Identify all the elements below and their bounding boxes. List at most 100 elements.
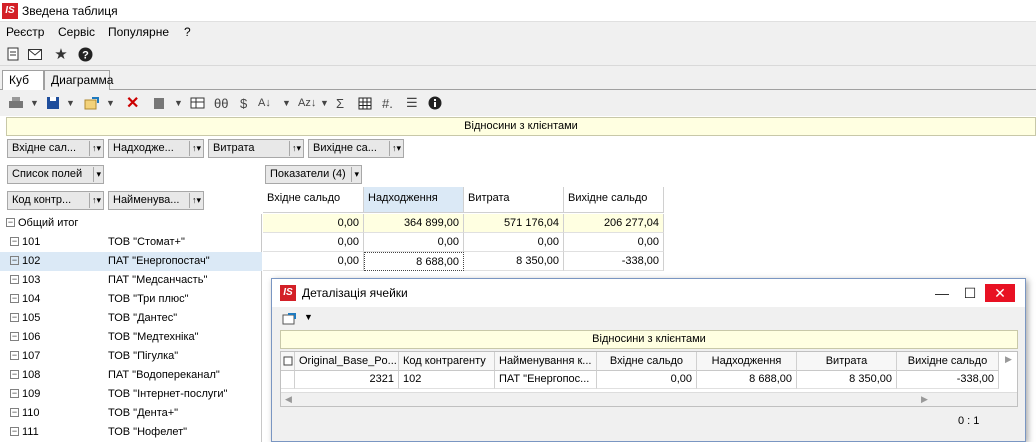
chevron-down-icon[interactable]: ▼ [174, 94, 183, 112]
data-field-opening-balance[interactable]: Вхідне сал... ↑▾ [7, 139, 104, 158]
sort-icon[interactable]: ↑▾ [188, 193, 201, 208]
collapse-icon[interactable]: − [10, 237, 19, 246]
list-icon[interactable]: ☰ [406, 94, 418, 112]
maximize-icon[interactable]: ☐ [955, 284, 985, 302]
document-icon[interactable] [4, 45, 22, 63]
tree-row[interactable]: −101 ТОВ "Стомат+" [0, 233, 262, 252]
grid-header[interactable]: Original_Base_Po... [295, 352, 399, 371]
collapse-icon[interactable]: − [10, 389, 19, 398]
chevron-down-icon[interactable]: ▼ [30, 94, 39, 112]
collapse-icon[interactable]: − [6, 218, 15, 227]
value-cell[interactable]: 0,00 [364, 233, 464, 252]
chevron-down-icon[interactable]: ▼ [304, 312, 313, 322]
chevron-down-icon[interactable]: ▾ [351, 167, 359, 182]
tree-row[interactable]: −107 ТОВ "Пігулка" [0, 347, 262, 366]
sort-za-icon[interactable]: Az↓ [298, 94, 316, 112]
collapse-icon[interactable]: − [10, 294, 19, 303]
grid-cell[interactable]: 8 350,00 [797, 371, 897, 389]
menu-popular[interactable]: Популярне [108, 25, 169, 39]
export-icon[interactable] [282, 311, 298, 328]
tree-row[interactable]: −105 ТОВ "Дантес" [0, 309, 262, 328]
grid-header[interactable]: Надходження [697, 352, 797, 371]
row-field-code[interactable]: Код контр... ↑▾ [7, 191, 104, 210]
star-icon[interactable]: ★ [52, 45, 70, 63]
grid-header[interactable]: Вхідне сальдо [597, 352, 697, 371]
tree-row[interactable]: −102 ПАТ "Енергопостач" [0, 252, 262, 271]
info-icon[interactable] [428, 94, 442, 112]
grid-header[interactable]: Найменування к... [495, 352, 597, 371]
tree-row[interactable]: −109 ТОВ "Інтернет-послуги" [0, 385, 262, 404]
export-icon[interactable] [84, 94, 100, 112]
chevron-down-icon[interactable]: ▼ [320, 94, 329, 112]
value-cell[interactable]: 206 277,04 [564, 214, 664, 233]
tree-row[interactable]: −111 ТОВ "Нофелет" [0, 423, 262, 442]
tree-row[interactable]: −108 ПАТ "Водопереканал" [0, 366, 262, 385]
tab-diagram[interactable]: Диаграмма [44, 70, 113, 90]
collapse-icon[interactable]: − [10, 351, 19, 360]
menu-registry[interactable]: Реєстр [6, 25, 44, 39]
value-cell[interactable]: 571 176,04 [464, 214, 564, 233]
grid-cell[interactable]: ПАТ "Енергопос... [495, 371, 597, 389]
chevron-down-icon[interactable]: ▾ [93, 167, 101, 182]
value-cell[interactable]: -338,00 [564, 252, 664, 271]
grid-cell[interactable]: 2321 [295, 371, 399, 389]
scroll-right-icon[interactable]: ▶ [1005, 354, 1012, 365]
indicators-dropdown[interactable]: Показатели (4) ▾ [265, 165, 362, 184]
tree-row[interactable]: −103 ПАТ "Медсанчасть" [0, 271, 262, 290]
sort-az-icon[interactable]: A↓ [258, 94, 271, 112]
grid-cell[interactable]: 8 688,00 [697, 371, 797, 389]
collapse-icon[interactable]: − [10, 275, 19, 284]
help-icon[interactable]: ? [76, 45, 94, 63]
scroll-right-icon[interactable]: ▶ [921, 394, 928, 405]
mail-icon[interactable] [26, 45, 44, 63]
print-icon[interactable] [8, 94, 24, 112]
value-cell[interactable]: 0,00 [564, 233, 664, 252]
dollar-icon[interactable]: $ [240, 94, 247, 112]
number-format-icon[interactable]: #. [382, 94, 393, 112]
horizontal-scrollbar[interactable]: ◀ ▶ [281, 392, 1017, 406]
value-cell-selected[interactable]: 8 688,00 [364, 252, 464, 271]
grid-header[interactable]: Вихідне сальдо [897, 352, 999, 371]
column-header-closing[interactable]: Вихідне сальдо [564, 187, 664, 213]
sum-icon[interactable]: Σ [336, 94, 344, 112]
column-header-expense[interactable]: Витрата [464, 187, 564, 213]
chevron-down-icon[interactable]: ▼ [66, 94, 75, 112]
tree-row[interactable]: −110 ТОВ "Дента+" [0, 404, 262, 423]
column-header-opening[interactable]: Вхідне сальдо [263, 187, 364, 213]
value-cell[interactable]: 0,00 [263, 252, 364, 271]
menu-service[interactable]: Сервіс [58, 25, 95, 39]
sort-icon[interactable]: ↑▾ [188, 141, 201, 156]
collapse-icon[interactable]: − [10, 427, 19, 436]
sort-icon[interactable]: ↑▾ [388, 141, 401, 156]
paste-icon[interactable] [152, 94, 166, 112]
delete-icon[interactable]: ✕ [126, 94, 139, 112]
grid-header[interactable]: Витрата [797, 352, 897, 371]
close-icon[interactable]: ✕ [985, 284, 1015, 302]
value-cell[interactable]: 0,00 [464, 233, 564, 252]
value-cell[interactable]: 364 899,00 [364, 214, 464, 233]
save-icon[interactable] [46, 94, 60, 112]
grid-calc-icon[interactable] [190, 94, 206, 112]
minimize-icon[interactable]: — [927, 284, 957, 302]
data-field-closing-balance[interactable]: Вихідне са... ↑▾ [308, 139, 404, 158]
sort-icon[interactable]: ↑▾ [288, 141, 301, 156]
collapse-icon[interactable]: − [10, 332, 19, 341]
tab-cube[interactable]: Куб [2, 70, 44, 91]
menu-help[interactable]: ? [184, 25, 191, 39]
row-field-name[interactable]: Найменува... ↑▾ [108, 191, 204, 210]
scroll-left-icon[interactable]: ◀ [285, 394, 292, 405]
collapse-icon[interactable]: − [10, 408, 19, 417]
grid-cell[interactable]: 0,00 [597, 371, 697, 389]
grid-cell[interactable]: -338,00 [897, 371, 999, 389]
grid-cell[interactable]: 102 [399, 371, 495, 389]
collapse-icon[interactable]: − [10, 370, 19, 379]
chevron-down-icon[interactable]: ▼ [106, 94, 115, 112]
sort-icon[interactable]: ↑▾ [88, 141, 101, 156]
data-field-expense[interactable]: Витрата ↑▾ [208, 139, 304, 158]
value-cell[interactable]: 8 350,00 [464, 252, 564, 271]
tree-row[interactable]: −106 ТОВ "Медтехніка" [0, 328, 262, 347]
tree-row[interactable]: −104 ТОВ "Три плюс" [0, 290, 262, 309]
chevron-down-icon[interactable]: ▼ [282, 94, 291, 112]
tree-row-total[interactable]: − Общий итог [0, 214, 262, 233]
strike-icon[interactable]: θθ [214, 94, 228, 112]
